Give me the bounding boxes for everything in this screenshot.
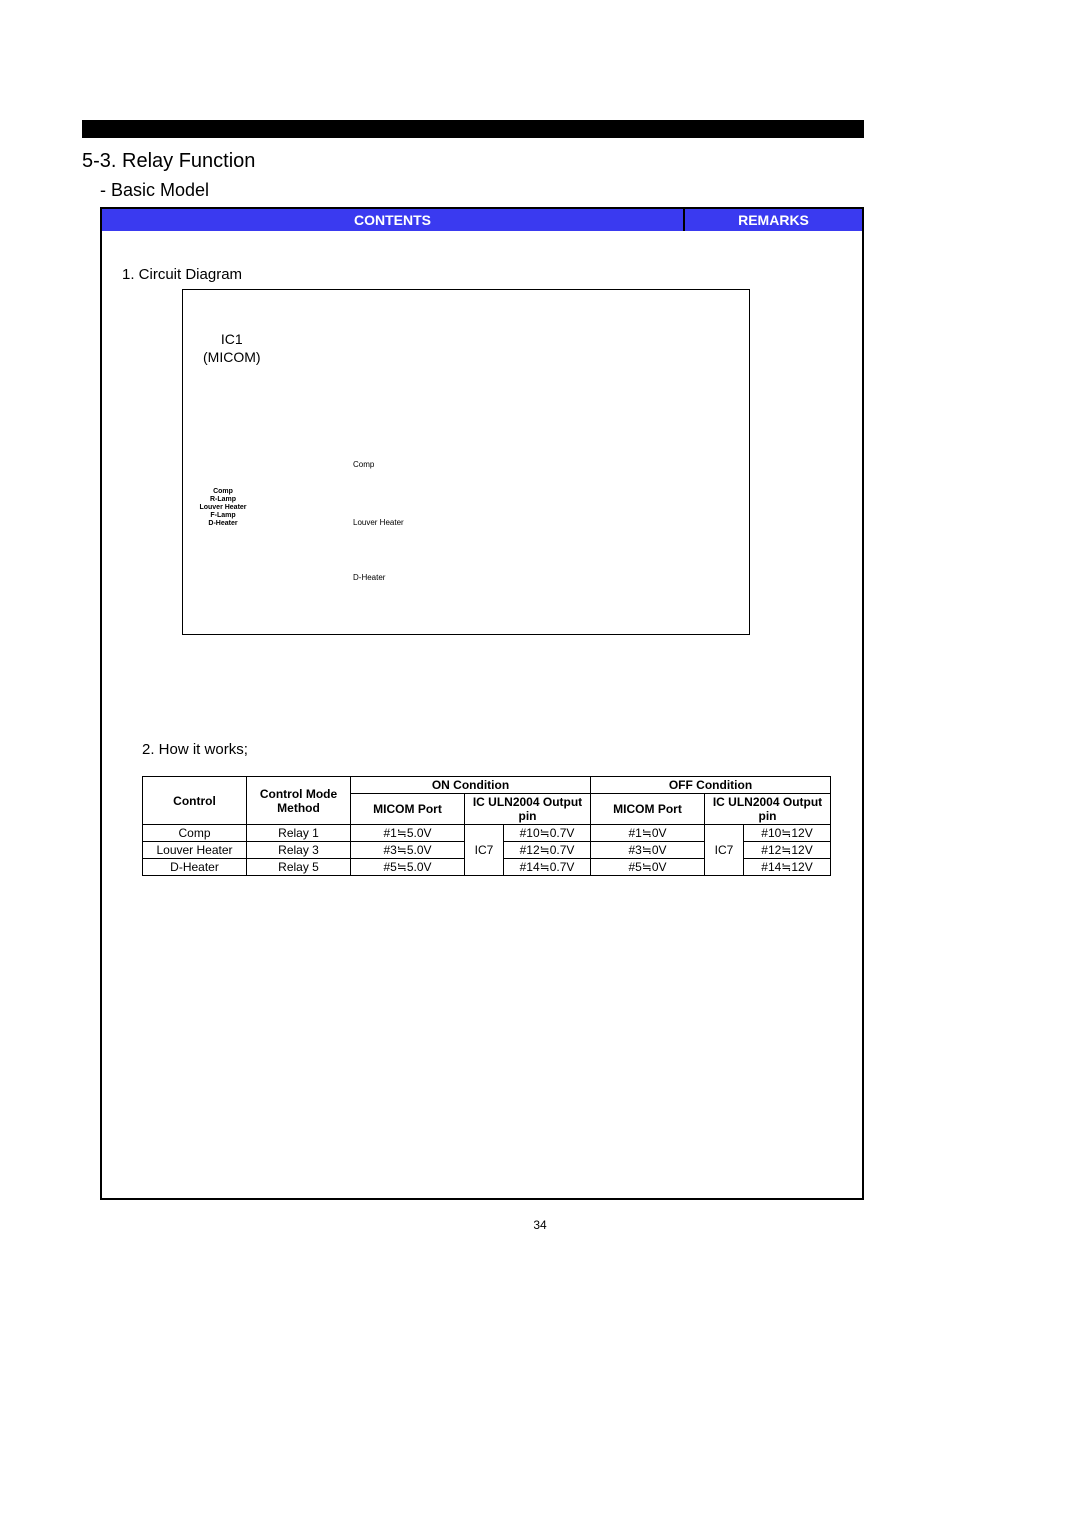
circuit-diagram-label: 1. Circuit Diagram [122, 266, 242, 283]
cell-mode: Relay 3 [247, 842, 351, 859]
page-number: 34 [0, 1218, 1080, 1232]
how-it-works-label: 2. How it works; [142, 741, 248, 758]
th-off-cond: OFF Condition [591, 777, 831, 794]
cell-off-micom: #3≒0V [591, 842, 705, 859]
cell-off-micom: #1≒0V [591, 825, 705, 842]
table-row: Control Control Mode Method ON Condition… [143, 777, 831, 794]
table-row: Comp Relay 1 #1≒5.0V IC7 #10≒0.7V #1≒0V … [143, 825, 831, 842]
signal-rlamp: R-Lamp [193, 496, 253, 504]
how-it-works-table: Control Control Mode Method ON Condition… [142, 776, 831, 876]
th-mode: Control Mode Method [247, 777, 351, 825]
header-black-bar [82, 120, 864, 138]
subtitle: - Basic Model [100, 180, 209, 201]
signal-louver: Louver Heater [193, 504, 253, 512]
th-off-micom: MICOM Port [591, 794, 705, 825]
cell-off-micom: #5≒0V [591, 859, 705, 876]
cell-off-pin: #14≒12V [744, 859, 831, 876]
th-on-icpin: IC ULN2004 Output pin [465, 794, 591, 825]
cell-off-pin: #12≒12V [744, 842, 831, 859]
remarks-header: REMARKS [685, 209, 862, 231]
relay-label-dheater: D-Heater [353, 573, 385, 582]
cell-on-pin: #14≒0.7V [504, 859, 591, 876]
content-frame: CONTENTS REMARKS 1. Circuit Diagram IC1 … [100, 207, 864, 1200]
cell-on-pin: #12≒0.7V [504, 842, 591, 859]
contents-header: CONTENTS [102, 209, 685, 231]
ic1-line2: (MICOM) [203, 349, 261, 365]
contents-body: 1. Circuit Diagram IC1 (MICOM) Comp R-La… [102, 231, 862, 1200]
th-control: Control [143, 777, 247, 825]
section-title: 5-3. Relay Function [82, 150, 255, 173]
signal-dheater: D-Heater [193, 520, 253, 528]
cell-off-pin: #10≒12V [744, 825, 831, 842]
cell-ic7-on: IC7 [465, 825, 504, 876]
cell-control: Louver Heater [143, 842, 247, 859]
content-header-row: CONTENTS REMARKS [102, 209, 862, 231]
ic1-label: IC1 (MICOM) [203, 330, 261, 366]
signal-comp: Comp [193, 488, 253, 496]
cell-control: Comp [143, 825, 247, 842]
cell-mode: Relay 5 [247, 859, 351, 876]
ic1-line1: IC1 [221, 331, 243, 347]
th-off-icpin: IC ULN2004 Output pin [705, 794, 831, 825]
cell-on-pin: #10≒0.7V [504, 825, 591, 842]
relay-label-comp: Comp [353, 460, 374, 469]
signal-flamp: F-Lamp [193, 512, 253, 520]
cell-on-micom: #3≒5.0V [351, 842, 465, 859]
relay-label-louver: Louver Heater [353, 518, 404, 527]
cell-mode: Relay 1 [247, 825, 351, 842]
cell-control: D-Heater [143, 859, 247, 876]
th-on-cond: ON Condition [351, 777, 591, 794]
th-on-micom: MICOM Port [351, 794, 465, 825]
circuit-diagram-box: IC1 (MICOM) Comp R-Lamp Louver Heater F-… [182, 289, 750, 635]
cell-ic7-off: IC7 [705, 825, 744, 876]
cell-on-micom: #1≒5.0V [351, 825, 465, 842]
signal-list: Comp R-Lamp Louver Heater F-Lamp D-Heate… [193, 488, 253, 528]
cell-on-micom: #5≒5.0V [351, 859, 465, 876]
